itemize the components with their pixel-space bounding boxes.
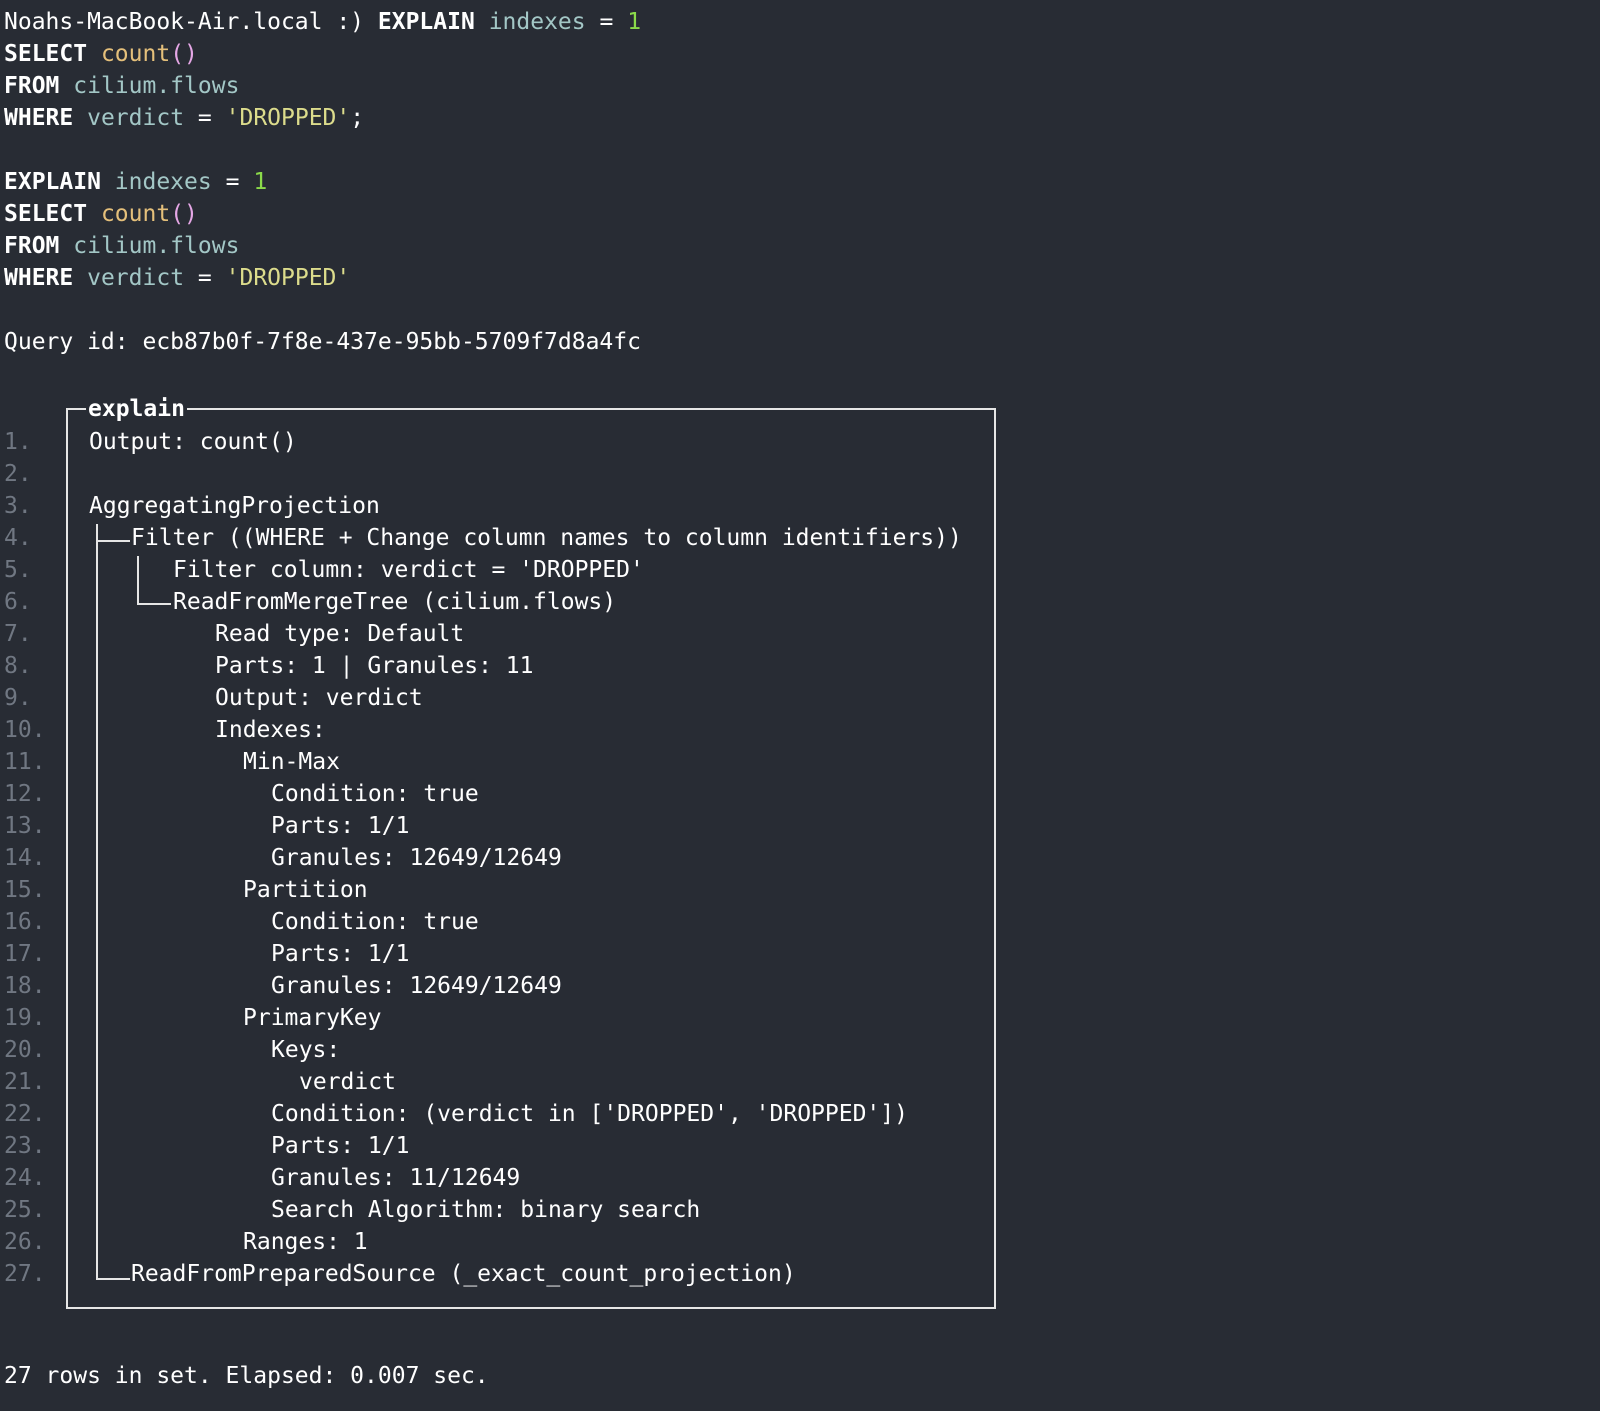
select-keyword: SELECT <box>4 41 88 67</box>
tree-branch-filter <box>96 540 130 542</box>
query2-from-line: FROM cilium.flows <box>4 230 239 262</box>
equals-sign: = <box>225 169 240 195</box>
query1-select-line: SELECT count() <box>4 38 198 70</box>
row-number: 27. <box>4 1261 46 1287</box>
where-keyword: WHERE <box>4 105 74 131</box>
function-parens: () <box>170 41 198 67</box>
explain-row: PrimaryKey <box>243 1005 382 1031</box>
explain-row: verdict <box>299 1069 396 1095</box>
explain-row: Granules: 11/12649 <box>271 1165 521 1191</box>
explain-row: Min-Max <box>243 749 340 775</box>
row-number: 16. <box>4 909 46 935</box>
row-number: 21. <box>4 1069 46 1095</box>
from-keyword: FROM <box>4 73 60 99</box>
explain-param: indexes <box>488 9 586 35</box>
explain-row: Parts: 1/1 <box>271 813 410 839</box>
explain-row: Parts: 1/1 <box>271 1133 410 1159</box>
where-column: verdict <box>87 265 185 291</box>
count-function: count <box>100 201 171 227</box>
explain-row: Keys: <box>271 1037 341 1063</box>
from-keyword: FROM <box>4 233 60 259</box>
row-number: 25. <box>4 1197 46 1223</box>
query2-explain-line: EXPLAIN indexes = 1 <box>4 166 267 198</box>
query1-where-line: WHERE verdict = 'DROPPED'; <box>4 102 364 134</box>
prompt-host: Noahs-MacBook-Air.local :) <box>4 9 365 35</box>
tree-trunk-line <box>96 524 98 1279</box>
statement-terminator: ; <box>350 105 365 131</box>
table-name: cilium.flows <box>73 233 240 259</box>
explain-row: Filter column: verdict = 'DROPPED' <box>173 557 644 583</box>
table-name: cilium.flows <box>73 73 240 99</box>
explain-row: ReadFromMergeTree (cilium.flows) <box>173 589 617 615</box>
row-number: 20. <box>4 1037 46 1063</box>
row-number: 7. <box>4 621 32 647</box>
where-keyword: WHERE <box>4 265 74 291</box>
explain-keyword: EXPLAIN <box>377 9 475 35</box>
row-number: 6. <box>4 589 32 615</box>
row-number: 5. <box>4 557 32 583</box>
row-number: 10. <box>4 717 46 743</box>
row-number: 17. <box>4 941 46 967</box>
select-keyword: SELECT <box>4 201 88 227</box>
explain-row: Condition: true <box>271 909 479 935</box>
row-number: 24. <box>4 1165 46 1191</box>
explain-row: AggregatingProjection <box>89 493 380 519</box>
row-number: 26. <box>4 1229 46 1255</box>
explain-param: indexes <box>114 169 212 195</box>
row-number: 13. <box>4 813 46 839</box>
explain-row: Read type: Default <box>215 621 465 647</box>
explain-row: Condition: true <box>271 781 479 807</box>
explain-value: 1 <box>627 9 642 35</box>
query-id: Query id: ecb87b0f-7f8e-437e-95bb-5709f7… <box>4 329 641 355</box>
prompt-line: Noahs-MacBook-Air.local :) EXPLAIN index… <box>4 6 641 38</box>
query1-from-line: FROM cilium.flows <box>4 70 239 102</box>
explain-value: 1 <box>253 169 268 195</box>
explain-row: Condition: (verdict in ['DROPPED', 'DROP… <box>271 1101 908 1127</box>
explain-row: Ranges: 1 <box>243 1229 368 1255</box>
row-number: 8. <box>4 653 32 679</box>
row-number: 4. <box>4 525 32 551</box>
explain-column-header: explain <box>86 393 187 425</box>
explain-row: ReadFromPreparedSource (_exact_count_pro… <box>131 1261 796 1287</box>
row-number: 18. <box>4 973 46 999</box>
result-summary: 27 rows in set. Elapsed: 0.007 sec. <box>4 1363 489 1389</box>
where-value: 'DROPPED' <box>225 105 351 131</box>
explain-row: Indexes: <box>215 717 326 743</box>
equals-sign: = <box>197 105 212 131</box>
query2-select-line: SELECT count() <box>4 198 198 230</box>
function-parens: () <box>170 201 198 227</box>
explain-row: Granules: 12649/12649 <box>271 973 562 999</box>
terminal-window: { "prompt": { "host": "Noahs-MacBook-Air… <box>0 0 1600 1411</box>
row-number: 23. <box>4 1133 46 1159</box>
explain-row: Output: count() <box>89 429 297 455</box>
where-value: 'DROPPED' <box>225 265 351 291</box>
equals-sign: = <box>599 9 614 35</box>
where-column: verdict <box>87 105 185 131</box>
row-number: 2. <box>4 461 32 487</box>
explain-row: Output: verdict <box>215 685 423 711</box>
explain-row: Granules: 12649/12649 <box>271 845 562 871</box>
row-number: 12. <box>4 781 46 807</box>
row-number: 1. <box>4 429 32 455</box>
row-number: 22. <box>4 1101 46 1127</box>
explain-keyword: EXPLAIN <box>4 169 101 195</box>
explain-row: Search Algorithm: binary search <box>271 1197 701 1223</box>
explain-row: Partition <box>243 877 368 903</box>
explain-row: Parts: 1/1 <box>271 941 410 967</box>
equals-sign: = <box>197 265 212 291</box>
row-number: 19. <box>4 1005 46 1031</box>
row-number: 9. <box>4 685 32 711</box>
query2-where-line: WHERE verdict = 'DROPPED' <box>4 262 350 294</box>
row-number: 15. <box>4 877 46 903</box>
tree-branch-prepared-source <box>96 1278 130 1280</box>
row-number: 3. <box>4 493 32 519</box>
row-number: 11. <box>4 749 46 775</box>
explain-row: Parts: 1 | Granules: 11 <box>215 653 534 679</box>
explain-row: Filter ((WHERE + Change column names to … <box>131 525 962 551</box>
tree-sub-trunk-line <box>137 556 139 604</box>
row-number: 14. <box>4 845 46 871</box>
tree-branch-merge-tree <box>137 603 171 605</box>
count-function: count <box>100 41 171 67</box>
